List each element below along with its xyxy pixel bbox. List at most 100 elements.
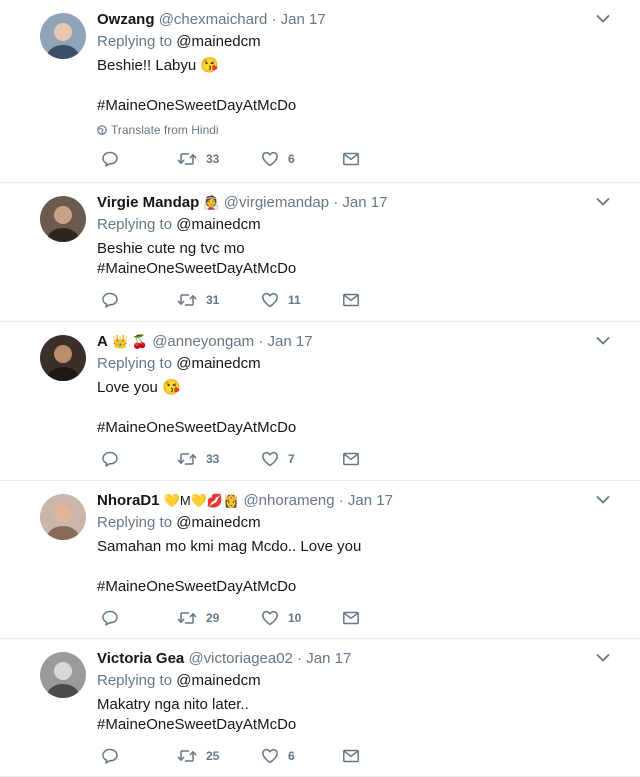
- heart-icon: [262, 451, 278, 467]
- avatar[interactable]: [40, 335, 86, 381]
- retweet-icon: [177, 750, 197, 762]
- reply-button[interactable]: [101, 291, 119, 309]
- chevron-down-icon[interactable]: [596, 14, 610, 24]
- like-count: 6: [288, 152, 295, 166]
- separator-dot: ·: [338, 492, 344, 509]
- tweet-text: Beshie cute ng tvc mo #MaineOneSweetDayA…: [97, 240, 297, 277]
- avatar-photo: [40, 196, 86, 242]
- envelope-icon: [343, 452, 359, 466]
- replying-label: Replying to: [97, 216, 173, 233]
- like-button[interactable]: 10: [261, 609, 301, 627]
- user-handle[interactable]: @virgiemandap: [224, 194, 329, 211]
- retweet-count: 33: [206, 152, 220, 166]
- direct-message-button[interactable]: [342, 747, 360, 765]
- retweet-count: 31: [206, 293, 220, 307]
- replying-to: Replying to @mainedcm: [97, 215, 624, 235]
- replying-label: Replying to: [97, 672, 173, 689]
- replying-to: Replying to @mainedcm: [97, 354, 624, 374]
- user-handle[interactable]: @chexmaichard: [159, 11, 268, 28]
- tweet[interactable]: Virgie Mandap 👰 @virgiemandap · Jan 17 R…: [0, 183, 640, 322]
- globe-icon: [97, 125, 107, 135]
- name-emoji: 👰: [203, 195, 220, 210]
- avatar-photo: [40, 494, 86, 540]
- separator-dot: ·: [333, 194, 339, 211]
- user-handle[interactable]: @nhorameng: [243, 492, 334, 509]
- display-name[interactable]: NhoraD1: [97, 492, 160, 509]
- chevron-down-icon[interactable]: [596, 336, 610, 346]
- avatar[interactable]: [40, 494, 86, 540]
- tweet-header: Owzang @chexmaichard · Jan 17: [97, 10, 624, 30]
- tweet-header: Victoria Gea @victoriagea02 · Jan 17: [97, 649, 624, 669]
- reply-button[interactable]: [101, 747, 119, 765]
- reply-icon: [102, 451, 118, 467]
- retweet-count: 33: [206, 452, 220, 466]
- like-button[interactable]: 11: [261, 291, 301, 309]
- timestamp[interactable]: Jan 17: [268, 333, 313, 350]
- chevron-down-icon[interactable]: [596, 653, 610, 663]
- tweet-actions: 31 11: [97, 291, 624, 311]
- timestamp[interactable]: Jan 17: [281, 11, 326, 28]
- retweet-button[interactable]: 29: [177, 609, 219, 627]
- mention-link[interactable]: @mainedcm: [176, 216, 260, 233]
- like-button[interactable]: 6: [261, 747, 295, 765]
- tweet-actions: 29 10: [97, 609, 624, 629]
- direct-message-button[interactable]: [342, 291, 360, 309]
- avatar-photo: [40, 335, 86, 381]
- envelope-icon: [343, 611, 359, 625]
- avatar[interactable]: [40, 652, 86, 698]
- timestamp[interactable]: Jan 17: [342, 194, 387, 211]
- display-name[interactable]: Virgie Mandap: [97, 194, 199, 211]
- reply-button[interactable]: [101, 450, 119, 468]
- mention-link[interactable]: @mainedcm: [176, 33, 260, 50]
- replying-label: Replying to: [97, 33, 173, 50]
- retweet-button[interactable]: 33: [177, 150, 219, 168]
- avatar[interactable]: [40, 13, 86, 59]
- timestamp[interactable]: Jan 17: [348, 492, 393, 509]
- heart-icon: [262, 292, 278, 308]
- reply-button[interactable]: [101, 150, 119, 168]
- tweet-header: Virgie Mandap 👰 @virgiemandap · Jan 17: [97, 193, 624, 213]
- reply-button[interactable]: [101, 609, 119, 627]
- like-button[interactable]: 7: [261, 450, 295, 468]
- direct-message-button[interactable]: [342, 450, 360, 468]
- avatar[interactable]: [40, 196, 86, 242]
- name-emoji: 👑 🍒: [112, 334, 149, 349]
- separator-dot: ·: [297, 650, 303, 667]
- mention-link[interactable]: @mainedcm: [176, 672, 260, 689]
- mention-link[interactable]: @mainedcm: [176, 514, 260, 531]
- replying-to: Replying to @mainedcm: [97, 32, 624, 52]
- direct-message-button[interactable]: [342, 150, 360, 168]
- display-name[interactable]: Victoria Gea: [97, 650, 184, 667]
- tweet[interactable]: Owzang @chexmaichard · Jan 17 Replying t…: [0, 0, 640, 183]
- timestamp[interactable]: Jan 17: [306, 650, 351, 667]
- tweet-actions: 25 6: [97, 747, 624, 767]
- chevron-down-icon[interactable]: [596, 495, 610, 505]
- retweet-button[interactable]: 31: [177, 291, 219, 309]
- tweet[interactable]: Victoria Gea @victoriagea02 · Jan 17 Rep…: [0, 639, 640, 777]
- translate-label[interactable]: Translate from Hindi: [111, 123, 219, 137]
- like-count: 6: [288, 749, 295, 763]
- tweet[interactable]: A 👑 🍒 @anneyongam · Jan 17 Replying to @…: [0, 322, 640, 481]
- tweet-header: NhoraD1 💛M💛💋👸 @nhorameng · Jan 17: [97, 491, 624, 511]
- chevron-down-icon[interactable]: [596, 197, 610, 207]
- user-handle[interactable]: @victoriagea02: [188, 650, 292, 667]
- mention-link[interactable]: @mainedcm: [176, 355, 260, 372]
- tweet-actions: 33 6: [97, 150, 624, 170]
- display-name[interactable]: Owzang: [97, 11, 155, 28]
- retweet-icon: [177, 453, 197, 465]
- retweet-count: 29: [206, 611, 220, 625]
- retweet-button[interactable]: 25: [177, 747, 219, 765]
- tweet-text: Love you 😘 #MaineOneSweetDayAtMcDo: [97, 379, 297, 436]
- like-button[interactable]: 6: [261, 150, 295, 168]
- direct-message-button[interactable]: [342, 609, 360, 627]
- translate-link[interactable]: Translate from Hindi: [97, 122, 624, 138]
- heart-icon: [262, 610, 278, 626]
- tweet-text: Beshie!! Labyu 😘 #MaineOneSweetDayAtMcDo: [97, 57, 297, 114]
- retweet-button[interactable]: 33: [177, 450, 219, 468]
- tweet[interactable]: NhoraD1 💛M💛💋👸 @nhorameng · Jan 17 Replyi…: [0, 481, 640, 639]
- user-handle[interactable]: @anneyongam: [152, 333, 254, 350]
- reply-feed: Owzang @chexmaichard · Jan 17 Replying t…: [0, 0, 640, 777]
- like-count: 7: [288, 452, 295, 466]
- reply-icon: [102, 610, 118, 626]
- display-name[interactable]: A: [97, 333, 108, 350]
